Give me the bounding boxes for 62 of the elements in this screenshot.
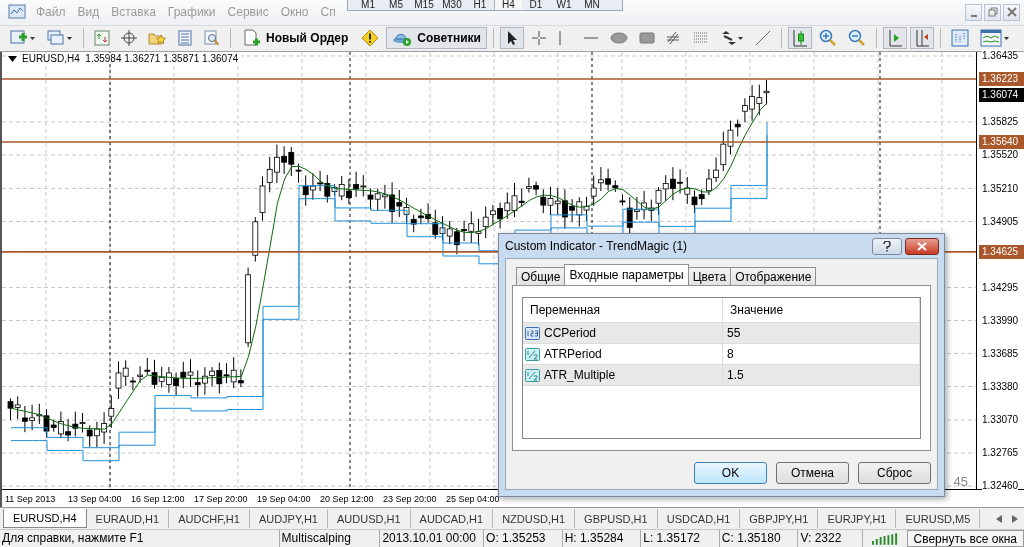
chart-tab[interactable]: EURAUD,H1 xyxy=(86,509,170,529)
time-label: 17 Sep 20:00 xyxy=(194,493,249,504)
timeframe-button[interactable]: M15 xyxy=(410,0,438,10)
time-label: 16 Sep 12:00 xyxy=(131,493,186,504)
dialog-tab[interactable]: Входные параметры xyxy=(564,264,689,286)
chart-tab[interactable]: AUDCHF,H1 xyxy=(169,509,250,529)
timeframe-button[interactable]: D1 xyxy=(522,0,550,10)
timeframe-button[interactable]: M1 xyxy=(354,0,382,10)
price-tag: 1.36074 xyxy=(979,88,1024,103)
timeframe-button[interactable]: MN xyxy=(578,0,606,10)
dialog-tab[interactable]: Цвета xyxy=(687,267,732,286)
column-header[interactable]: Переменная xyxy=(523,298,723,323)
parameter-name[interactable]: ATRPeriod xyxy=(544,347,602,362)
chart-tab[interactable]: EURUSD,M5 xyxy=(896,509,981,529)
time-label: 23 Sep 20:00 xyxy=(383,493,438,504)
chart-tab[interactable]: AUDCAD,H1 xyxy=(410,509,494,529)
chart-header: EURUSD,H4 1.35984 1.36271 1.35871 1.36074 xyxy=(22,53,239,65)
chart-tab[interactable]: AUDUSD,H1 xyxy=(328,509,411,529)
timeframe-button[interactable]: M5 xyxy=(382,0,410,10)
price-tag: 1.36223 xyxy=(979,72,1024,87)
dialog-button[interactable]: Сброс xyxy=(858,462,931,485)
dialog-button[interactable]: Отмена xyxy=(776,462,849,485)
price-tag: 1.35640 xyxy=(979,135,1024,150)
chart-tab[interactable]: EURJPY,H1 xyxy=(818,509,897,529)
chart-tab[interactable]: NZDUSD,H1 xyxy=(493,509,576,529)
status-field: H: 1.35284 xyxy=(562,530,642,547)
timeframe-button[interactable]: H4 xyxy=(494,0,522,10)
dialog-button[interactable]: OK xyxy=(694,462,767,485)
dialog-title: Custom Indicator - TrendMagic (1) xyxy=(505,239,689,254)
parameter-value[interactable]: 8 xyxy=(723,344,920,365)
status-field: C: 1.35180 xyxy=(719,530,799,547)
parameter-name[interactable]: ATR_Multiple xyxy=(544,368,616,383)
parameter-name[interactable]: CCPeriod xyxy=(544,326,597,341)
timeframe-button[interactable]: W1 xyxy=(550,0,578,10)
chart-tab[interactable]: AUDJPY,H1 xyxy=(249,509,328,529)
status-field: Multiscalping xyxy=(279,530,381,547)
status-field: Для справки, нажмите F1 xyxy=(0,530,280,547)
timeframe-button[interactable]: M30 xyxy=(438,0,466,10)
time-label: 11 Sep 2013 xyxy=(5,493,57,504)
timer-text: 45 xyxy=(953,474,968,490)
time-label: 19 Sep 04:00 xyxy=(257,493,312,504)
price-tag: 1.34625 xyxy=(979,245,1024,260)
minimize-all-button[interactable]: Свернуть все окна xyxy=(906,530,1024,547)
chart-tab[interactable]: GBPJPY,H1 xyxy=(740,509,819,529)
time-label: 13 Sep 04:00 xyxy=(68,493,123,504)
dialog-tab[interactable]: Общие xyxy=(516,267,566,286)
chart-tab[interactable]: USDCAD,H1 xyxy=(657,509,741,529)
toolbar-button[interactable]: Советники xyxy=(386,27,487,50)
dialog-tab[interactable]: Отображение xyxy=(730,267,817,286)
timeframe-button[interactable]: H1 xyxy=(466,0,494,10)
parameter-value[interactable]: 55 xyxy=(723,323,920,344)
status-field: 2013.10.01 00:00 xyxy=(380,530,485,547)
status-field: V: 2322 xyxy=(798,530,864,547)
status-field: L: 1.35172 xyxy=(641,530,720,547)
toolbar-button[interactable]: Новый Ордер xyxy=(237,27,355,50)
time-label: 20 Sep 12:00 xyxy=(320,493,375,504)
time-label: 25 Sep 04:00 xyxy=(446,493,501,504)
column-header[interactable]: Значение xyxy=(723,298,920,323)
chart-tab[interactable]: EURUSD,H4 xyxy=(3,509,87,529)
parameter-value[interactable]: 1.5 xyxy=(723,365,920,386)
status-field: O: 1.35253 xyxy=(484,530,563,547)
chart-tab[interactable]: GBPUSD,H1 xyxy=(575,509,658,529)
